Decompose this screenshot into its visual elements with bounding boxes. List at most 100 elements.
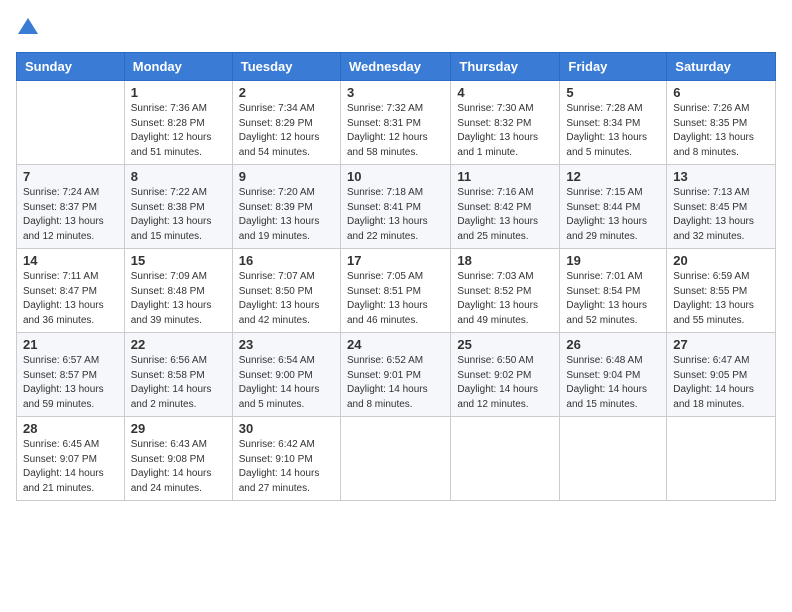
calendar-cell	[560, 417, 667, 501]
day-info: Sunrise: 6:56 AM Sunset: 8:58 PM Dayligh…	[131, 354, 226, 412]
calendar-cell: 22 Sunrise: 6:56 AM Sunset: 8:58 PM Dayli…	[124, 333, 232, 417]
day-number: 23	[239, 337, 334, 352]
day-number: 5	[566, 85, 660, 100]
day-info: Sunrise: 7:30 AM Sunset: 8:32 PM Dayligh…	[457, 102, 553, 160]
day-number: 24	[347, 337, 444, 352]
calendar-cell: 11Sunrise: 7:16 AM Sunset: 8:42 PM Dayli…	[451, 165, 560, 249]
day-info: Sunrise: 7:20 AM Sunset: 8:39 PM Dayligh…	[239, 186, 334, 244]
calendar-cell: 28 Sunrise: 6:45 AM Sunset: 9:07 PM Dayli…	[17, 417, 125, 501]
logo-icon	[16, 16, 40, 40]
calendar-week-row: 28 Sunrise: 6:45 AM Sunset: 9:07 PM Dayli…	[17, 417, 776, 501]
calendar-cell: 19 Sunrise: 7:01 AM Sunset: 8:54 PM Dayli…	[560, 249, 667, 333]
day-number: 10	[347, 169, 444, 184]
day-info: Sunrise: 7:16 AM Sunset: 8:42 PM Dayligh…	[457, 186, 553, 244]
calendar-week-row: 21 Sunrise: 6:57 AM Sunset: 8:57 PM Dayli…	[17, 333, 776, 417]
calendar-cell: 21 Sunrise: 6:57 AM Sunset: 8:57 PM Dayli…	[17, 333, 125, 417]
header-cell-thursday: Thursday	[451, 53, 560, 81]
day-info: Sunrise: 7:18 AM Sunset: 8:41 PM Dayligh…	[347, 186, 444, 244]
calendar-cell	[340, 417, 450, 501]
day-info: Sunrise: 7:32 AM Sunset: 8:31 PM Dayligh…	[347, 102, 444, 160]
day-number: 2	[239, 85, 334, 100]
day-number: 21	[23, 337, 118, 352]
day-info: Sunrise: 7:03 AM Sunset: 8:52 PM Dayligh…	[457, 270, 553, 328]
day-number: 12	[566, 169, 660, 184]
calendar-cell: 26 Sunrise: 6:48 AM Sunset: 9:04 PM Dayli…	[560, 333, 667, 417]
day-info: Sunrise: 6:42 AM Sunset: 9:10 PM Dayligh…	[239, 438, 334, 496]
day-number: 4	[457, 85, 553, 100]
day-info: Sunrise: 6:43 AM Sunset: 9:08 PM Dayligh…	[131, 438, 226, 496]
calendar-cell: 15 Sunrise: 7:09 AM Sunset: 8:48 PM Dayli…	[124, 249, 232, 333]
day-info: Sunrise: 6:52 AM Sunset: 9:01 PM Dayligh…	[347, 354, 444, 412]
day-info: Sunrise: 6:45 AM Sunset: 9:07 PM Dayligh…	[23, 438, 118, 496]
calendar-table: SundayMondayTuesdayWednesdayThursdayFrid…	[16, 52, 776, 501]
calendar-cell: 23 Sunrise: 6:54 AM Sunset: 9:00 PM Dayli…	[232, 333, 340, 417]
calendar-cell: 10 Sunrise: 7:18 AM Sunset: 8:41 PM Dayli…	[340, 165, 450, 249]
calendar-week-row: 7 Sunrise: 7:24 AM Sunset: 8:37 PM Daylig…	[17, 165, 776, 249]
calendar-header-row: SundayMondayTuesdayWednesdayThursdayFrid…	[17, 53, 776, 81]
day-number: 14	[23, 253, 118, 268]
day-info: Sunrise: 6:48 AM Sunset: 9:04 PM Dayligh…	[566, 354, 660, 412]
header-cell-sunday: Sunday	[17, 53, 125, 81]
day-info: Sunrise: 6:57 AM Sunset: 8:57 PM Dayligh…	[23, 354, 118, 412]
calendar-cell: 14 Sunrise: 7:11 AM Sunset: 8:47 PM Dayli…	[17, 249, 125, 333]
day-info: Sunrise: 6:47 AM Sunset: 9:05 PM Dayligh…	[673, 354, 769, 412]
calendar-cell: 8Sunrise: 7:22 AM Sunset: 8:38 PM Daylig…	[124, 165, 232, 249]
calendar-cell	[17, 81, 125, 165]
page-header	[16, 16, 776, 40]
calendar-cell: 2 Sunrise: 7:34 AM Sunset: 8:29 PM Daylig…	[232, 81, 340, 165]
day-info: Sunrise: 6:54 AM Sunset: 9:00 PM Dayligh…	[239, 354, 334, 412]
calendar-cell: 24 Sunrise: 6:52 AM Sunset: 9:01 PM Dayli…	[340, 333, 450, 417]
day-info: Sunrise: 7:11 AM Sunset: 8:47 PM Dayligh…	[23, 270, 118, 328]
day-info: Sunrise: 7:34 AM Sunset: 8:29 PM Dayligh…	[239, 102, 334, 160]
day-number: 29	[131, 421, 226, 436]
calendar-cell: 7 Sunrise: 7:24 AM Sunset: 8:37 PM Daylig…	[17, 165, 125, 249]
day-info: Sunrise: 6:50 AM Sunset: 9:02 PM Dayligh…	[457, 354, 553, 412]
day-info: Sunrise: 7:09 AM Sunset: 8:48 PM Dayligh…	[131, 270, 226, 328]
day-number: 1	[131, 85, 226, 100]
calendar-cell: 17 Sunrise: 7:05 AM Sunset: 8:51 PM Dayli…	[340, 249, 450, 333]
calendar-cell: 16 Sunrise: 7:07 AM Sunset: 8:50 PM Dayli…	[232, 249, 340, 333]
calendar-cell: 5Sunrise: 7:28 AM Sunset: 8:34 PM Daylig…	[560, 81, 667, 165]
header-cell-tuesday: Tuesday	[232, 53, 340, 81]
day-info: Sunrise: 7:05 AM Sunset: 8:51 PM Dayligh…	[347, 270, 444, 328]
day-info: Sunrise: 7:15 AM Sunset: 8:44 PM Dayligh…	[566, 186, 660, 244]
calendar-cell: 30Sunrise: 6:42 AM Sunset: 9:10 PM Dayli…	[232, 417, 340, 501]
calendar-cell: 27Sunrise: 6:47 AM Sunset: 9:05 PM Dayli…	[667, 333, 776, 417]
calendar-cell: 25 Sunrise: 6:50 AM Sunset: 9:02 PM Dayli…	[451, 333, 560, 417]
day-info: Sunrise: 7:36 AM Sunset: 8:28 PM Dayligh…	[131, 102, 226, 160]
day-info: Sunrise: 7:01 AM Sunset: 8:54 PM Dayligh…	[566, 270, 660, 328]
day-number: 20	[673, 253, 769, 268]
day-info: Sunrise: 7:13 AM Sunset: 8:45 PM Dayligh…	[673, 186, 769, 244]
day-number: 17	[347, 253, 444, 268]
day-info: Sunrise: 6:59 AM Sunset: 8:55 PM Dayligh…	[673, 270, 769, 328]
calendar-body: 1 Sunrise: 7:36 AM Sunset: 8:28 PM Daylig…	[17, 81, 776, 501]
day-number: 8	[131, 169, 226, 184]
calendar-cell: 1 Sunrise: 7:36 AM Sunset: 8:28 PM Daylig…	[124, 81, 232, 165]
day-number: 9	[239, 169, 334, 184]
calendar-cell: 6Sunrise: 7:26 AM Sunset: 8:35 PM Daylig…	[667, 81, 776, 165]
calendar-cell	[667, 417, 776, 501]
day-number: 16	[239, 253, 334, 268]
day-number: 3	[347, 85, 444, 100]
calendar-cell: 13 Sunrise: 7:13 AM Sunset: 8:45 PM Dayli…	[667, 165, 776, 249]
day-number: 22	[131, 337, 226, 352]
day-number: 25	[457, 337, 553, 352]
calendar-cell: 20 Sunrise: 6:59 AM Sunset: 8:55 PM Dayli…	[667, 249, 776, 333]
calendar-cell: 3 Sunrise: 7:32 AM Sunset: 8:31 PM Daylig…	[340, 81, 450, 165]
calendar-cell: 29 Sunrise: 6:43 AM Sunset: 9:08 PM Dayli…	[124, 417, 232, 501]
calendar-week-row: 14 Sunrise: 7:11 AM Sunset: 8:47 PM Dayli…	[17, 249, 776, 333]
day-number: 13	[673, 169, 769, 184]
day-number: 19	[566, 253, 660, 268]
day-number: 26	[566, 337, 660, 352]
header-cell-wednesday: Wednesday	[340, 53, 450, 81]
day-info: Sunrise: 7:24 AM Sunset: 8:37 PM Dayligh…	[23, 186, 118, 244]
day-number: 7	[23, 169, 118, 184]
calendar-week-row: 1 Sunrise: 7:36 AM Sunset: 8:28 PM Daylig…	[17, 81, 776, 165]
day-number: 15	[131, 253, 226, 268]
calendar-cell: 12 Sunrise: 7:15 AM Sunset: 8:44 PM Dayli…	[560, 165, 667, 249]
header-cell-saturday: Saturday	[667, 53, 776, 81]
day-number: 28	[23, 421, 118, 436]
calendar-cell: 9 Sunrise: 7:20 AM Sunset: 8:39 PM Daylig…	[232, 165, 340, 249]
day-info: Sunrise: 7:07 AM Sunset: 8:50 PM Dayligh…	[239, 270, 334, 328]
day-info: Sunrise: 7:26 AM Sunset: 8:35 PM Dayligh…	[673, 102, 769, 160]
